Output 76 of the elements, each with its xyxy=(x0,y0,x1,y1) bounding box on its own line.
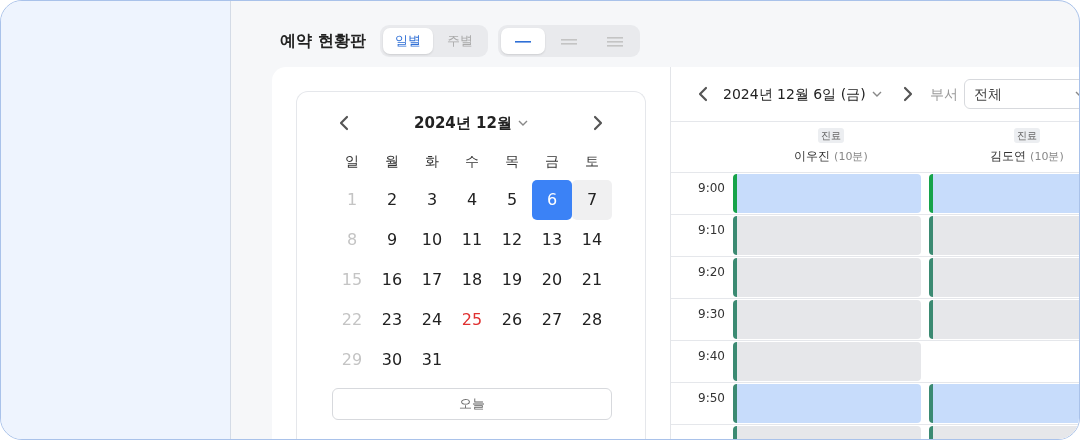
caret-down-icon xyxy=(871,91,882,97)
booked-slot[interactable] xyxy=(733,174,921,213)
next-month-button[interactable] xyxy=(592,115,604,131)
blocked-slot[interactable] xyxy=(929,258,1079,297)
calendar-day[interactable]: 4 xyxy=(452,180,492,220)
calendar-day[interactable]: 30 xyxy=(372,340,412,380)
month-label: 2024년 12월 xyxy=(414,112,512,134)
weekday-label: 일 xyxy=(344,151,360,171)
page-title: 예약 현황판 xyxy=(280,30,366,52)
view-tab[interactable]: 일별 xyxy=(382,28,433,54)
time-label: 9:50 xyxy=(697,390,726,407)
calendar-day[interactable]: 20 xyxy=(532,260,572,300)
weekday-label: 화 xyxy=(424,151,440,171)
weekday-label: 금 xyxy=(544,151,560,171)
calendar-day[interactable]: 17 xyxy=(412,260,452,300)
booked-slot[interactable] xyxy=(929,384,1079,423)
calendar-day[interactable]: 7 xyxy=(572,180,612,220)
calendar-day[interactable]: 23 xyxy=(372,300,412,340)
category-tag: 진료 xyxy=(818,128,844,144)
calendar-day[interactable]: 6 xyxy=(532,180,572,220)
month-picker[interactable]: 2024년 12월 xyxy=(414,111,528,135)
time-label: 9:40 xyxy=(697,348,726,365)
calendar-day[interactable]: 11 xyxy=(452,220,492,260)
calendar-day[interactable]: 19 xyxy=(492,260,532,300)
date-label: 2024년 12월 6일 (금) xyxy=(723,84,866,104)
calendar-day[interactable]: 5 xyxy=(492,180,532,220)
weekday-label: 토 xyxy=(584,151,600,171)
calendar-day[interactable]: 31 xyxy=(412,340,452,380)
calendar-day[interactable]: 18 xyxy=(452,260,492,300)
calendar-day[interactable]: 28 xyxy=(572,300,612,340)
booked-slot[interactable] xyxy=(929,174,1079,213)
density-tab[interactable] xyxy=(500,28,545,54)
date-picker[interactable]: 2024년 12월 6일 (금) xyxy=(723,83,882,105)
chevron-right-icon xyxy=(901,86,914,102)
weekday-label: 목 xyxy=(504,151,520,171)
calendar-day[interactable]: 9 xyxy=(372,220,412,260)
department-select[interactable]: 전체 xyxy=(963,79,1079,109)
caret-down-icon xyxy=(517,120,528,126)
doctor-name: 이우진 (10분) xyxy=(794,148,868,166)
blocked-slot[interactable] xyxy=(733,258,921,297)
category-tag: 진료 xyxy=(1014,128,1040,144)
blocked-slot[interactable] xyxy=(733,300,921,339)
time-label: 9:20 xyxy=(697,264,726,281)
next-day-button[interactable] xyxy=(901,86,914,102)
select-value: 전체 xyxy=(973,84,1002,104)
chevron-left-icon xyxy=(697,86,709,102)
calendar-day[interactable]: 12 xyxy=(492,220,532,260)
time-label: 9:10 xyxy=(697,222,726,239)
calendar-day[interactable]: 24 xyxy=(412,300,452,340)
department-label: 부서 xyxy=(929,84,958,104)
weekday-label: 수 xyxy=(464,151,480,171)
calendar-day[interactable]: 26 xyxy=(492,300,532,340)
prev-month-button[interactable] xyxy=(338,115,350,131)
calendar-day[interactable]: 10 xyxy=(412,220,452,260)
lines-icon xyxy=(606,35,623,47)
blocked-slot[interactable] xyxy=(733,342,921,381)
time-label: 9:30 xyxy=(697,306,726,323)
prev-day-button[interactable] xyxy=(697,86,709,102)
calendar-day[interactable]: 27 xyxy=(532,300,572,340)
calendar-day[interactable]: 25 xyxy=(452,300,492,340)
weekday-label: 월 xyxy=(384,151,400,171)
chevron-right-icon xyxy=(592,115,604,131)
blocked-slot[interactable] xyxy=(733,216,921,255)
today-button[interactable]: 오늘 xyxy=(332,388,612,420)
doctor-name: 김도연 (10분) xyxy=(990,148,1064,166)
time-label: 9:00 xyxy=(697,180,726,197)
calendar-day[interactable]: 2 xyxy=(372,180,412,220)
calendar-day[interactable]: 13 xyxy=(532,220,572,260)
calendar-day[interactable]: 3 xyxy=(412,180,452,220)
calendar-day[interactable]: 14 xyxy=(572,220,612,260)
chevron-left-icon xyxy=(338,115,350,131)
calendar-day[interactable]: 21 xyxy=(572,260,612,300)
booked-slot[interactable] xyxy=(733,384,921,423)
calendar-day[interactable]: 16 xyxy=(372,260,412,300)
blocked-slot[interactable] xyxy=(929,300,1079,339)
blocked-slot[interactable] xyxy=(929,216,1079,255)
